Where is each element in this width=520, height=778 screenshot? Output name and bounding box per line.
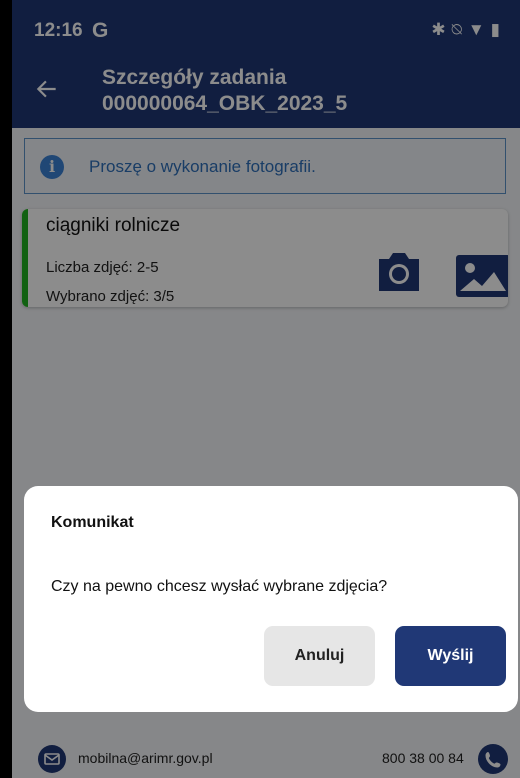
dialog-message: Czy na pewno chcesz wysłać wybrane zdjęc… (51, 578, 388, 595)
confirm-dialog: Komunikat Czy na pewno chcesz wysłać wyb… (24, 486, 518, 712)
screen: 12:16 G ✱⍉▼▮ Szczegóły zadania 000000064… (12, 0, 520, 778)
cancel-button[interactable]: Anuluj (264, 626, 375, 686)
dialog-title: Komunikat (51, 514, 134, 531)
send-button[interactable]: Wyślij (395, 626, 506, 686)
